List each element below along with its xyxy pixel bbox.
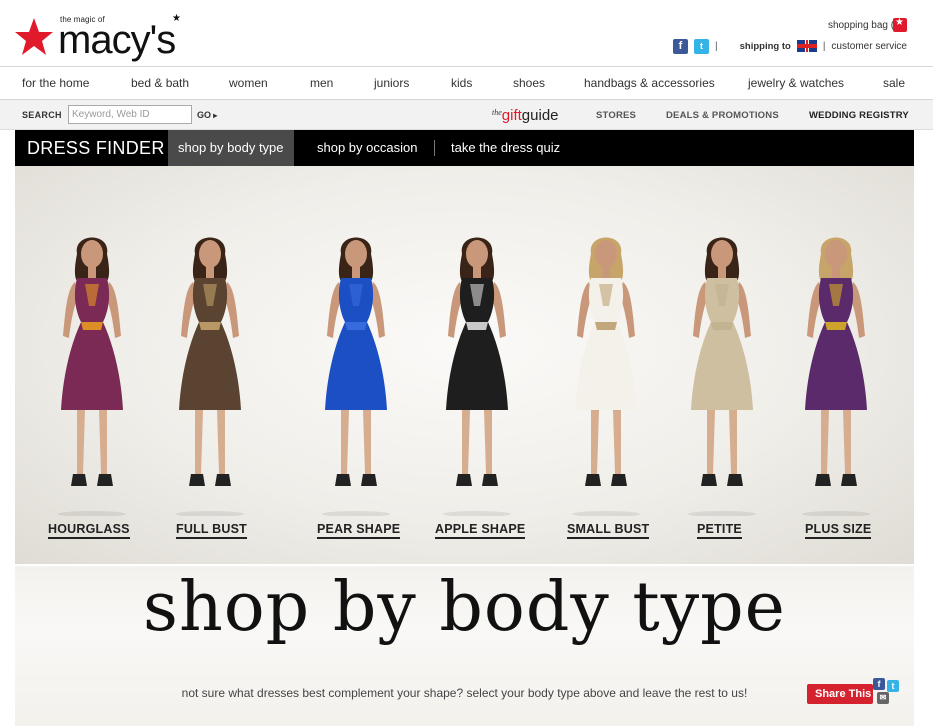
macys-logo[interactable]: the magic of macy's ★ bbox=[14, 13, 194, 65]
nav-item-for-the-home[interactable]: for the home bbox=[22, 76, 89, 90]
model-silhouette bbox=[443, 237, 511, 516]
logo-small-star-icon: ★ bbox=[172, 13, 181, 24]
shopping-bag-icon[interactable] bbox=[893, 17, 907, 32]
promo-banner: shop by body type not sure what dresses … bbox=[15, 566, 914, 726]
nav-item-jewelry-watches[interactable]: jewelry & watches bbox=[748, 76, 844, 90]
nav-item-bed-bath[interactable]: bed & bath bbox=[131, 76, 189, 90]
model-silhouette bbox=[322, 237, 390, 516]
wedding-registry-link[interactable]: WEDDING REGISTRY bbox=[809, 110, 909, 121]
gift-guide-gift: gift bbox=[501, 107, 522, 124]
nav-item-women[interactable]: women bbox=[229, 76, 268, 90]
gift-guide-link[interactable]: thegiftguide bbox=[492, 107, 559, 125]
deals-promotions-link[interactable]: DEALS & PROMOTIONS bbox=[666, 110, 779, 121]
share-this-button[interactable]: Share This bbox=[807, 684, 873, 704]
nav-item-shoes[interactable]: shoes bbox=[513, 76, 545, 90]
shopping-bag-link[interactable]: shopping bag (0) bbox=[828, 20, 903, 31]
red-star-icon bbox=[15, 18, 53, 55]
body-type-link-small-bust[interactable]: SMALL BUST bbox=[567, 522, 650, 539]
uk-flag-icon[interactable] bbox=[796, 40, 817, 52]
stores-link[interactable]: STORES bbox=[596, 110, 636, 121]
nav-item-kids[interactable]: kids bbox=[451, 76, 472, 90]
twitter-icon[interactable]: t bbox=[694, 38, 710, 54]
main-navigation: for the home bed & bath women men junior… bbox=[0, 66, 933, 100]
body-type-link-hourglass[interactable]: HOURGLASS bbox=[48, 522, 130, 539]
dress-finder-title: DRESS FINDER bbox=[27, 138, 165, 158]
nav-item-juniors[interactable]: juniors bbox=[374, 76, 409, 90]
model-pear-shape-image[interactable] bbox=[301, 224, 411, 516]
search-bar: SEARCH GO thegiftguide STORES DEALS & PR… bbox=[0, 100, 933, 130]
share-facebook-icon[interactable]: f bbox=[873, 678, 885, 690]
tab-shop-by-occasion[interactable]: shop by occasion bbox=[307, 130, 427, 166]
logo-wordmark: macy's bbox=[58, 18, 176, 62]
model-silhouette bbox=[176, 237, 244, 516]
model-plus-size-image[interactable] bbox=[781, 224, 891, 516]
model-full-bust-image[interactable] bbox=[155, 224, 265, 516]
tab-shop-by-body-type[interactable]: shop by body type bbox=[168, 130, 294, 166]
body-type-link-petite[interactable]: PETITE bbox=[697, 522, 742, 539]
tab-divider bbox=[434, 140, 435, 156]
body-type-gallery: HOURGLASS FULL BUST PEAR SHAPE APPLE SHA… bbox=[15, 166, 914, 564]
search-go-button[interactable]: GO bbox=[197, 110, 217, 120]
tab-take-the-dress-quiz[interactable]: take the dress quiz bbox=[441, 130, 570, 166]
model-hourglass-image[interactable] bbox=[37, 224, 147, 516]
site-header: the magic of macy's ★ shopping bag (0) f… bbox=[0, 0, 933, 66]
nav-item-men[interactable]: men bbox=[310, 76, 333, 90]
promo-title: shop by body type bbox=[143, 568, 786, 647]
nav-item-handbags-accessories[interactable]: handbags & accessories bbox=[584, 76, 715, 90]
model-silhouette bbox=[802, 237, 870, 516]
share-twitter-icon[interactable]: t bbox=[887, 680, 899, 692]
share-email-icon[interactable]: ✉ bbox=[877, 692, 889, 704]
gift-guide-the: the bbox=[492, 108, 502, 117]
shipping-to-label: shipping to bbox=[739, 40, 791, 52]
facebook-icon[interactable]: f bbox=[673, 38, 689, 54]
model-small-bust-image[interactable] bbox=[551, 224, 661, 516]
model-petite-image[interactable] bbox=[667, 224, 777, 516]
gift-guide-guide: guide bbox=[521, 107, 559, 124]
model-silhouette bbox=[58, 237, 126, 516]
body-type-link-full-bust[interactable]: FULL BUST bbox=[176, 522, 248, 539]
model-silhouette bbox=[572, 237, 640, 516]
customer-service-link[interactable]: customer service bbox=[831, 41, 907, 52]
promo-subtitle: not sure what dresses best complement yo… bbox=[181, 686, 748, 700]
dress-finder-bar: DRESS FINDER shop by body type shop by o… bbox=[15, 130, 914, 166]
utility-links: f t | shipping to | customer service bbox=[673, 38, 907, 54]
body-type-link-apple-shape[interactable]: APPLE SHAPE bbox=[435, 522, 526, 539]
model-silhouette bbox=[688, 237, 756, 516]
separator: | bbox=[822, 40, 826, 52]
model-apple-shape-image[interactable] bbox=[422, 224, 532, 516]
separator: | bbox=[715, 40, 718, 52]
search-label: SEARCH bbox=[22, 110, 62, 120]
search-input[interactable] bbox=[68, 105, 192, 124]
nav-item-sale[interactable]: sale bbox=[883, 76, 905, 90]
body-type-link-plus-size[interactable]: PLUS SIZE bbox=[805, 522, 872, 539]
share-icons[interactable]: f t ✉ bbox=[873, 676, 907, 708]
body-type-link-pear-shape[interactable]: PEAR SHAPE bbox=[317, 522, 401, 539]
